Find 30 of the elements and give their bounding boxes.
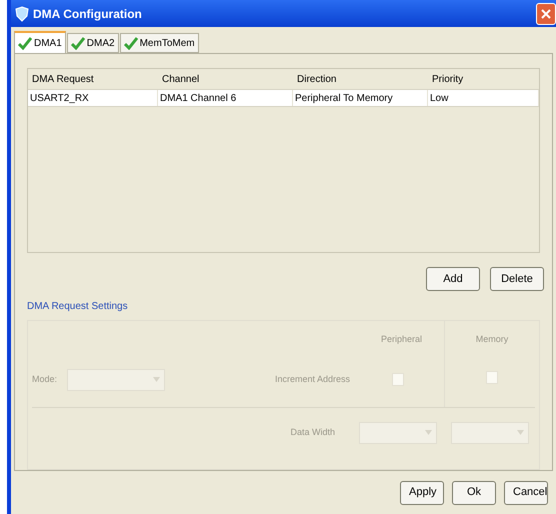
caret-icon — [425, 430, 432, 436]
mode-label: Mode: — [32, 372, 58, 386]
column-header[interactable]: Direction — [293, 72, 428, 87]
table-cell: DMA1 Channel 6 — [158, 90, 293, 106]
column-header[interactable]: Channel — [158, 72, 293, 87]
table-action-button[interactable]: Add — [426, 267, 480, 292]
increment-label: Increment Address — [275, 372, 350, 386]
shield-icon — [15, 6, 29, 22]
caret-icon — [517, 430, 524, 436]
table-cell: Low — [428, 90, 539, 106]
close-button[interactable] — [536, 2, 556, 25]
data-width-label: Data Width — [290, 426, 335, 439]
tab[interactable]: DMA2 — [66, 33, 119, 54]
table-cell: USART2_RX — [28, 90, 158, 106]
window-title: DMA Configuration — [33, 6, 142, 23]
column-label: Peripheral — [380, 333, 422, 346]
caret-icon — [153, 377, 160, 382]
group-title: DMA Request Settings — [27, 300, 129, 314]
table-action-button[interactable]: Delete — [490, 267, 544, 292]
table-cell: Peripheral To Memory — [293, 90, 428, 106]
column-label: Memory — [476, 333, 508, 346]
tab[interactable]: MemToMem — [120, 33, 199, 54]
tab[interactable]: DMA1 — [14, 31, 66, 54]
dialog-button[interactable]: Cancel — [504, 480, 548, 505]
column-header[interactable]: DMA Request — [28, 72, 158, 87]
dialog-button[interactable]: Apply — [400, 480, 444, 505]
column-header[interactable]: Priority — [428, 72, 539, 87]
close-icon — [541, 8, 551, 19]
table-row[interactable]: USART2_RX DMA1 Channel 6 Peripheral To Memory Low — [28, 89, 539, 108]
dialog-button[interactable]: Ok — [452, 480, 496, 505]
